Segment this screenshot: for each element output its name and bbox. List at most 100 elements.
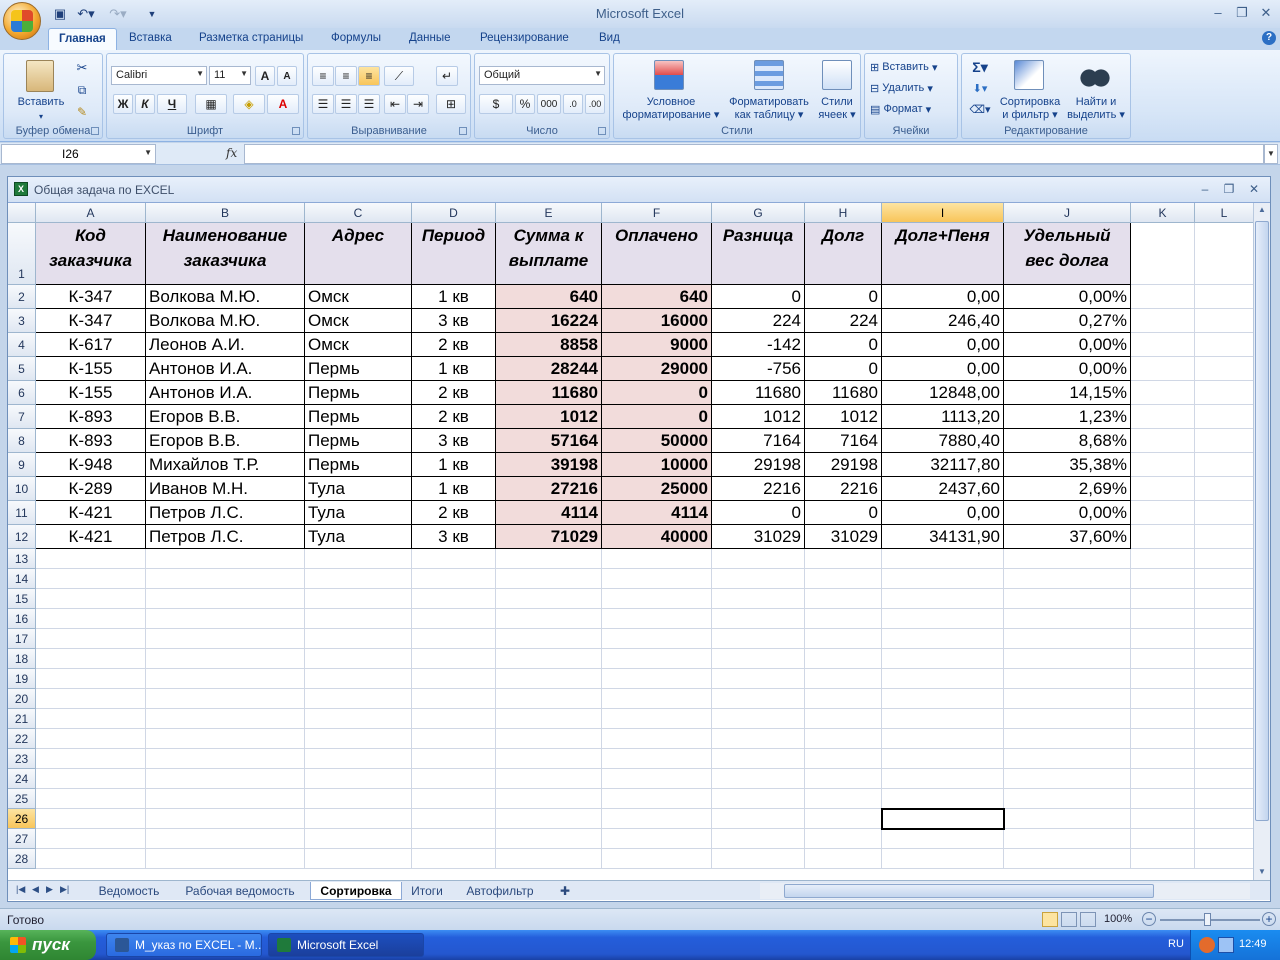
empty-cell[interactable] (805, 709, 882, 729)
table-cell[interactable]: 0,00% (1004, 357, 1131, 381)
empty-cell[interactable] (36, 769, 146, 789)
empty-cell[interactable] (412, 709, 496, 729)
column-header[interactable]: C (305, 203, 412, 223)
empty-cell[interactable] (1131, 285, 1195, 309)
empty-cell[interactable] (305, 549, 412, 569)
empty-cell[interactable] (412, 649, 496, 669)
decrease-decimal-icon[interactable]: .00 (585, 94, 605, 114)
empty-cell[interactable] (805, 849, 882, 869)
empty-cell[interactable] (712, 849, 805, 869)
row-header[interactable]: 13 (8, 549, 36, 569)
empty-cell[interactable] (36, 849, 146, 869)
row-header[interactable]: 28 (8, 849, 36, 869)
empty-cell[interactable] (882, 829, 1004, 849)
insert-cells-button[interactable]: ⊞ Вставить ▾ (869, 58, 955, 76)
table-cell[interactable]: Иванов М.Н. (146, 477, 305, 501)
table-cell[interactable]: 4114 (602, 501, 712, 525)
empty-cell[interactable] (412, 849, 496, 869)
empty-cell[interactable] (712, 589, 805, 609)
empty-cell[interactable] (496, 689, 602, 709)
bold-button[interactable]: Ж (113, 94, 133, 114)
table-cell[interactable]: 0,00 (882, 357, 1004, 381)
row-header[interactable]: 19 (8, 669, 36, 689)
empty-cell[interactable] (146, 669, 305, 689)
empty-cell[interactable] (1004, 569, 1131, 589)
empty-cell[interactable] (36, 549, 146, 569)
workbook-close-icon[interactable]: ✕ (1246, 182, 1262, 196)
empty-cell[interactable] (146, 749, 305, 769)
next-sheet-icon[interactable]: ▶ (46, 884, 53, 895)
empty-cell[interactable] (1131, 809, 1195, 829)
empty-cell[interactable] (305, 709, 412, 729)
table-cell[interactable]: 11680 (805, 381, 882, 405)
cut-icon[interactable]: ✂ (72, 59, 92, 77)
empty-cell[interactable] (1004, 829, 1131, 849)
empty-cell[interactable] (1004, 669, 1131, 689)
fill-icon[interactable]: ⬇▾ (966, 79, 994, 97)
empty-cell[interactable] (496, 809, 602, 829)
empty-cell[interactable] (36, 789, 146, 809)
empty-cell[interactable] (496, 569, 602, 589)
empty-cell[interactable] (1195, 649, 1254, 669)
zoom-level[interactable]: 100% (1104, 913, 1132, 925)
table-cell[interactable]: 1 кв (412, 285, 496, 309)
row-header[interactable]: 4 (8, 333, 36, 357)
empty-cell[interactable] (602, 729, 712, 749)
table-cell[interactable]: 0 (805, 285, 882, 309)
table-cell[interactable]: Тула (305, 525, 412, 549)
empty-cell[interactable] (712, 749, 805, 769)
empty-cell[interactable] (1195, 549, 1254, 569)
empty-cell[interactable] (1131, 525, 1195, 549)
align-center-icon[interactable]: ☰ (335, 94, 357, 114)
empty-cell[interactable] (882, 709, 1004, 729)
paste-button[interactable]: Вставить (16, 96, 66, 109)
row-header[interactable]: 25 (8, 789, 36, 809)
table-cell[interactable]: К-155 (36, 381, 146, 405)
empty-cell[interactable] (305, 829, 412, 849)
empty-cell[interactable] (602, 589, 712, 609)
table-cell[interactable]: К-893 (36, 429, 146, 453)
tab-home[interactable]: Главная (48, 28, 117, 51)
empty-cell[interactable] (1131, 769, 1195, 789)
zoom-in-icon[interactable]: + (1262, 912, 1276, 926)
table-cell[interactable]: 3 кв (412, 309, 496, 333)
empty-cell[interactable] (1131, 689, 1195, 709)
empty-cell[interactable] (1131, 629, 1195, 649)
align-right-icon[interactable]: ☰ (358, 94, 380, 114)
table-cell[interactable]: 1012 (496, 405, 602, 429)
row-header[interactable]: 27 (8, 829, 36, 849)
empty-cell[interactable] (1004, 749, 1131, 769)
format-as-table-icon[interactable] (754, 60, 784, 90)
empty-cell[interactable] (1195, 333, 1254, 357)
empty-cell[interactable] (1131, 501, 1195, 525)
font-launcher-icon[interactable] (292, 127, 300, 135)
table-cell[interactable]: 27216 (496, 477, 602, 501)
empty-cell[interactable] (1131, 569, 1195, 589)
start-button[interactable]: пуск (0, 930, 96, 960)
row-header[interactable]: 8 (8, 429, 36, 453)
active-cell-cursor[interactable] (881, 808, 1005, 830)
table-cell[interactable]: К-347 (36, 309, 146, 333)
table-cell[interactable]: 2437,60 (882, 477, 1004, 501)
table-cell[interactable]: 29198 (712, 453, 805, 477)
table-cell[interactable]: 3 кв (412, 429, 496, 453)
table-cell[interactable]: 1 кв (412, 477, 496, 501)
empty-cell[interactable] (496, 849, 602, 869)
table-cell[interactable]: Петров Л.С. (146, 525, 305, 549)
empty-cell[interactable] (712, 609, 805, 629)
conditional-formatting-button[interactable]: Условное форматирование ▾ (616, 96, 726, 122)
close-icon[interactable]: ✕ (1256, 5, 1276, 21)
empty-cell[interactable] (1131, 405, 1195, 429)
table-cell[interactable]: 16000 (602, 309, 712, 333)
table-cell[interactable]: 7880,40 (882, 429, 1004, 453)
empty-cell[interactable] (412, 609, 496, 629)
empty-cell[interactable] (1004, 729, 1131, 749)
table-cell[interactable]: 224 (805, 309, 882, 333)
column-header[interactable]: H (805, 203, 882, 223)
empty-cell[interactable] (305, 789, 412, 809)
empty-cell[interactable] (305, 629, 412, 649)
table-cell[interactable]: 8,68% (1004, 429, 1131, 453)
tab-formulas[interactable]: Формулы (331, 32, 381, 44)
table-cell[interactable]: 2,69% (1004, 477, 1131, 501)
table-cell[interactable]: К-289 (36, 477, 146, 501)
